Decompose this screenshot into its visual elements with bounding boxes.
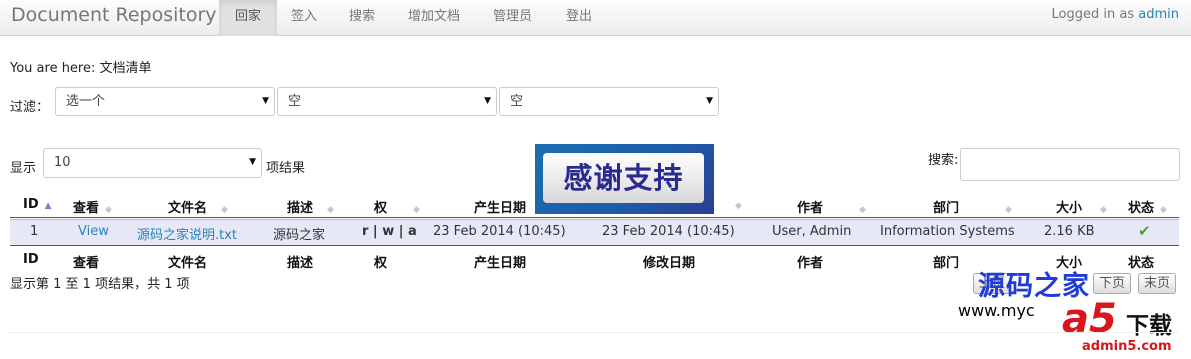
sort-icon: ◆ bbox=[1100, 205, 1107, 215]
col-status[interactable]: 状态 ◆ bbox=[1128, 197, 1167, 216]
col-department-label: 部门 bbox=[933, 201, 960, 216]
foot-status: 状态 bbox=[1128, 256, 1155, 271]
foot-created: 产生日期 bbox=[474, 256, 527, 271]
cell-department: Information Systems bbox=[880, 224, 1015, 239]
filename-link[interactable]: 源码之家说明.txt bbox=[137, 224, 237, 243]
col-author[interactable]: 作者 ◆ bbox=[797, 197, 866, 216]
sort-icon: ◆ bbox=[859, 205, 866, 215]
col-created-label: 产生日期 bbox=[474, 201, 527, 216]
chevron-down-icon: ▼ bbox=[706, 96, 713, 106]
table-footer-border bbox=[10, 245, 1179, 246]
sort-icon: ◆ bbox=[413, 205, 420, 215]
sort-icon: ◆ bbox=[105, 205, 112, 215]
breadcrumb: You are here: 文档清单 bbox=[10, 61, 152, 76]
nav-home[interactable]: 回家 bbox=[219, 0, 277, 36]
col-description-label: 描述 bbox=[287, 201, 314, 216]
brand-title[interactable]: Document Repository bbox=[11, 4, 217, 26]
last-page-button[interactable]: 末页 bbox=[1138, 273, 1177, 294]
search-input[interactable] bbox=[960, 148, 1180, 181]
filter-select-3[interactable]: 空 ▼ bbox=[499, 87, 719, 116]
col-created[interactable]: 产生日期 bbox=[474, 197, 526, 216]
table-info: 显示第 1 至 1 项结果，共 1 项 bbox=[10, 277, 190, 292]
col-department[interactable]: 部门 ◆ bbox=[933, 197, 1012, 216]
page-length-select[interactable]: 10 ▼ bbox=[43, 148, 262, 178]
col-view[interactable]: 查看 ◆ bbox=[73, 197, 112, 216]
cell-description: 源码之家 bbox=[273, 228, 326, 243]
foot-description: 描述 bbox=[287, 256, 314, 271]
thanks-banner-text: 感谢支持 bbox=[543, 153, 704, 203]
sort-icon: ◆ bbox=[327, 205, 334, 215]
table-header-border bbox=[10, 217, 1179, 218]
divider bbox=[10, 332, 1179, 333]
login-prefix: Logged in as bbox=[1051, 7, 1135, 22]
thanks-banner: 感谢支持 bbox=[535, 144, 714, 214]
sort-icon: ◆ bbox=[735, 201, 742, 211]
filter-select-2-value: 空 bbox=[288, 94, 302, 109]
a5-logo-text: 下载 bbox=[1126, 313, 1172, 339]
col-filename[interactable]: 文件名 ◆ bbox=[168, 197, 228, 216]
filter-label: 过滤： bbox=[10, 100, 50, 115]
view-link[interactable]: View bbox=[78, 224, 109, 239]
col-view-label: 查看 bbox=[73, 201, 100, 216]
foot-rights: 权 bbox=[374, 256, 388, 271]
nav-add-document[interactable]: 增加文档 bbox=[408, 0, 460, 36]
next-page-button[interactable]: 下页 bbox=[1093, 273, 1132, 294]
page-length-suffix: 项结果 bbox=[266, 161, 306, 176]
sort-icon: ◆ bbox=[1160, 205, 1167, 215]
nav-admin[interactable]: 管理员 bbox=[493, 0, 532, 36]
user-link[interactable]: admin bbox=[1138, 7, 1179, 22]
login-status: Logged in as admin bbox=[1052, 7, 1179, 22]
nav-checkin[interactable]: 签入 bbox=[291, 0, 317, 36]
chevron-down-icon: ▼ bbox=[484, 96, 491, 106]
filter-select-2[interactable]: 空 ▼ bbox=[277, 87, 497, 116]
filter-select-1-value: 选一个 bbox=[66, 94, 106, 109]
sort-icon: ◆ bbox=[221, 205, 228, 215]
col-status-label: 状态 bbox=[1128, 201, 1155, 216]
cell-rights: r | w | a bbox=[362, 224, 417, 239]
sort-asc-icon: ▲ bbox=[44, 201, 52, 211]
foot-author: 作者 bbox=[797, 256, 824, 271]
page-length-value: 10 bbox=[54, 155, 71, 170]
foot-filename: 文件名 bbox=[168, 256, 208, 271]
navbar: Document Repository 回家 签入 搜索 增加文档 管理员 登出… bbox=[0, 0, 1191, 36]
filter-select-1[interactable]: 选一个 ▼ bbox=[55, 87, 275, 116]
filter-select-3-value: 空 bbox=[510, 94, 524, 109]
a5-logo-url: admin5.com bbox=[1082, 339, 1172, 354]
col-id[interactable]: ID ▲ bbox=[23, 197, 52, 212]
col-author-label: 作者 bbox=[797, 201, 824, 216]
foot-modified: 修改日期 bbox=[643, 256, 696, 271]
cell-created: 23 Feb 2014 (10:45) bbox=[433, 224, 566, 239]
col-rights-label: 权 bbox=[374, 201, 388, 216]
sort-icon: ◆ bbox=[1005, 205, 1012, 215]
cell-size: 2.16 KB bbox=[1044, 224, 1095, 239]
foot-view: 查看 bbox=[73, 256, 100, 271]
chevron-down-icon: ▼ bbox=[262, 96, 269, 106]
nav-logout[interactable]: 登出 bbox=[566, 0, 592, 36]
chevron-down-icon: ▼ bbox=[249, 157, 256, 167]
watermark-url: www.myc bbox=[958, 301, 1035, 320]
foot-department: 部门 bbox=[933, 256, 960, 271]
col-rights[interactable]: 权 ◆ bbox=[374, 197, 420, 216]
col-description[interactable]: 描述 ◆ bbox=[287, 197, 334, 216]
cell-modified: 23 Feb 2014 (10:45) bbox=[602, 224, 735, 239]
search-label: 搜索: bbox=[928, 153, 959, 168]
cell-id: 1 bbox=[30, 224, 39, 239]
foot-id: ID bbox=[23, 252, 39, 267]
checkmark-icon: ✔ bbox=[1138, 222, 1151, 240]
col-size[interactable]: 大小 ◆ bbox=[1056, 197, 1107, 216]
col-id-label: ID bbox=[23, 197, 39, 212]
col-modified[interactable]: ◆ bbox=[729, 197, 742, 212]
page-length-label: 显示 bbox=[10, 161, 37, 176]
col-filename-label: 文件名 bbox=[168, 201, 208, 216]
cell-author: User, Admin bbox=[772, 224, 852, 239]
nav-search[interactable]: 搜索 bbox=[349, 0, 375, 36]
a5-logo: a5 bbox=[1062, 296, 1117, 342]
col-size-label: 大小 bbox=[1056, 201, 1083, 216]
